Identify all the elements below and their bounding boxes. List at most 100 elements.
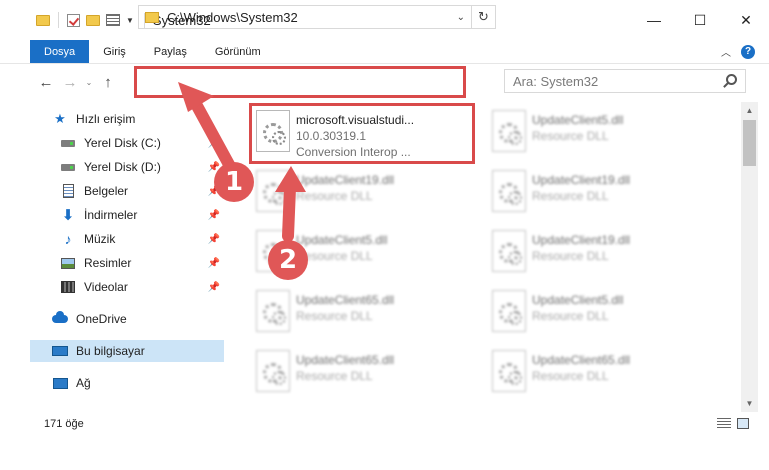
customize-toolbar-icon[interactable] <box>106 14 120 26</box>
tab-gorunum[interactable]: Görünüm <box>201 40 275 63</box>
sidebar-item-videos[interactable]: Videolar 📌 <box>30 276 224 298</box>
refresh-button[interactable]: ↻ <box>471 6 495 28</box>
file-tile[interactable]: UpdateClient19.dll Resource DLL <box>488 226 718 282</box>
pin-icon[interactable]: 📌 <box>208 210 220 221</box>
details-view-icon[interactable] <box>717 418 731 429</box>
file-tile[interactable]: UpdateClient5.dll Resource DLL <box>488 286 718 342</box>
dll-file-icon <box>492 350 526 392</box>
sidebar-item-label: Hızlı erişim <box>76 112 136 126</box>
scrollbar-thumb[interactable] <box>743 120 756 166</box>
pin-icon[interactable]: 📌 <box>208 234 220 245</box>
address-dropdown-icon[interactable]: ⌄ <box>457 12 465 23</box>
file-name: UpdateClient19.dll <box>296 173 395 187</box>
sidebar-item-local-disk-c[interactable]: Yerel Disk (C:) 📌 <box>30 132 224 154</box>
minimize-button[interactable]: — <box>631 0 677 40</box>
file-description: Resource DLL <box>532 189 609 203</box>
file-tile[interactable]: UpdateClient19.dll Resource DLL <box>488 166 718 222</box>
ribbon-tabs: Dosya Giriş Paylaş Görünüm ︿ ? <box>0 40 769 64</box>
dll-file-icon <box>492 110 526 152</box>
dll-file-icon <box>256 170 290 212</box>
pin-icon[interactable]: 📌 <box>208 258 220 269</box>
file-description: Resource DLL <box>296 189 373 203</box>
pin-icon[interactable]: 📌 <box>208 282 220 293</box>
forward-button[interactable]: → <box>58 74 82 91</box>
scroll-down-icon[interactable]: ▼ <box>741 395 758 412</box>
dll-file-icon <box>492 230 526 272</box>
up-button[interactable]: ↑ <box>96 74 120 91</box>
toolbar-divider <box>58 12 59 28</box>
file-name: UpdateClient65.dll <box>532 353 631 367</box>
new-folder-icon[interactable] <box>86 14 100 26</box>
file-name: UpdateClient65.dll <box>296 353 395 367</box>
file-tile[interactable]: UpdateClient65.dll Resource DLL <box>488 346 718 402</box>
address-highlight-box <box>134 66 466 98</box>
sidebar-item-label: OneDrive <box>76 312 127 326</box>
recent-locations-chevron-icon[interactable]: ⌄ <box>82 78 96 87</box>
file-name: UpdateClient5.dll <box>296 233 388 247</box>
tab-paylas[interactable]: Paylaş <box>140 40 201 63</box>
search-icon <box>726 74 737 85</box>
video-icon <box>60 279 76 295</box>
file-name: UpdateClient5.dll <box>532 113 624 127</box>
sidebar-item-label: Ağ <box>76 376 91 390</box>
file-name: UpdateClient5.dll <box>532 293 624 307</box>
vertical-scrollbar[interactable]: ▲ ▼ <box>741 102 758 412</box>
back-button[interactable]: ← <box>34 74 58 91</box>
file-description: Resource DLL <box>532 129 609 143</box>
sidebar-item-network[interactable]: Ağ <box>30 372 224 394</box>
sidebar-item-documents[interactable]: Belgeler 📌 <box>30 180 224 202</box>
file-tile[interactable]: UpdateClient19.dll Resource DLL <box>252 166 482 222</box>
search-input[interactable]: Ara: System32 <box>504 69 746 93</box>
computer-icon <box>52 343 68 359</box>
sidebar-item-label: Bu bilgisayar <box>76 344 145 358</box>
quick-access-toolbar: ▼ <box>0 12 134 28</box>
download-icon: ⬇ <box>61 207 75 224</box>
dll-file-icon <box>492 170 526 212</box>
dll-file-icon <box>256 290 290 332</box>
status-bar: 171 öğe <box>0 412 769 436</box>
step-1-badge: 1 <box>214 162 254 202</box>
properties-check-icon[interactable] <box>67 13 80 27</box>
sidebar-item-label: Belgeler <box>84 184 129 198</box>
close-button[interactable]: ✕ <box>723 0 769 40</box>
sidebar-item-label: İndirmeler <box>84 208 138 222</box>
file-description: Resource DLL <box>296 369 373 383</box>
pin-icon[interactable]: 📌 <box>208 138 220 149</box>
sidebar-item-this-pc[interactable]: Bu bilgisayar <box>30 340 224 362</box>
address-bar[interactable]: C:\Windows\System32 ⌄ ↻ <box>138 5 496 29</box>
sidebar-item-quick-access[interactable]: ★ Hızlı erişim <box>30 108 224 130</box>
view-switcher <box>717 418 749 429</box>
scroll-up-icon[interactable]: ▲ <box>741 102 758 119</box>
sidebar-item-onedrive[interactable]: OneDrive <box>30 308 224 330</box>
file-tile[interactable]: UpdateClient65.dll Resource DLL <box>252 346 482 402</box>
tab-giris[interactable]: Giriş <box>89 40 140 63</box>
file-description: Resource DLL <box>532 309 609 323</box>
navigation-pane: ★ Hızlı erişim Yerel Disk (C:) 📌 Yerel D… <box>30 106 224 406</box>
music-icon: ♪ <box>64 231 72 247</box>
sidebar-item-downloads[interactable]: ⬇ İndirmeler 📌 <box>30 204 224 226</box>
picture-icon <box>60 255 76 271</box>
item-count: 171 öğe <box>44 418 84 430</box>
collapse-ribbon-icon[interactable]: ︿ <box>721 44 731 59</box>
file-tile[interactable]: UpdateClient5.dll Resource DLL <box>488 106 718 162</box>
tiles-view-icon[interactable] <box>737 418 749 429</box>
document-icon <box>60 183 76 199</box>
sidebar-item-label: Müzik <box>84 232 116 246</box>
chevron-down-icon[interactable]: ▼ <box>126 16 134 25</box>
tab-dosya[interactable]: Dosya <box>30 40 90 63</box>
dll-file-icon <box>256 350 290 392</box>
sidebar-item-label: Yerel Disk (C:) <box>84 136 161 150</box>
folder-icon <box>36 14 50 26</box>
sidebar-item-pictures[interactable]: Resimler 📌 <box>30 252 224 274</box>
disk-icon <box>60 135 76 151</box>
address-path[interactable]: C:\Windows\System32 <box>167 10 298 25</box>
sidebar-item-label: Videolar <box>84 280 128 294</box>
network-icon <box>52 375 68 391</box>
sidebar-item-music[interactable]: ♪ Müzik 📌 <box>30 228 224 250</box>
sidebar-item-label: Resimler <box>84 256 132 270</box>
file-description: Resource DLL <box>296 249 373 263</box>
sidebar-item-local-disk-d[interactable]: Yerel Disk (D:) 📌 <box>30 156 224 178</box>
file-tile[interactable]: UpdateClient65.dll Resource DLL <box>252 286 482 342</box>
help-icon[interactable]: ? <box>741 44 755 59</box>
maximize-button[interactable]: ☐ <box>677 0 723 40</box>
